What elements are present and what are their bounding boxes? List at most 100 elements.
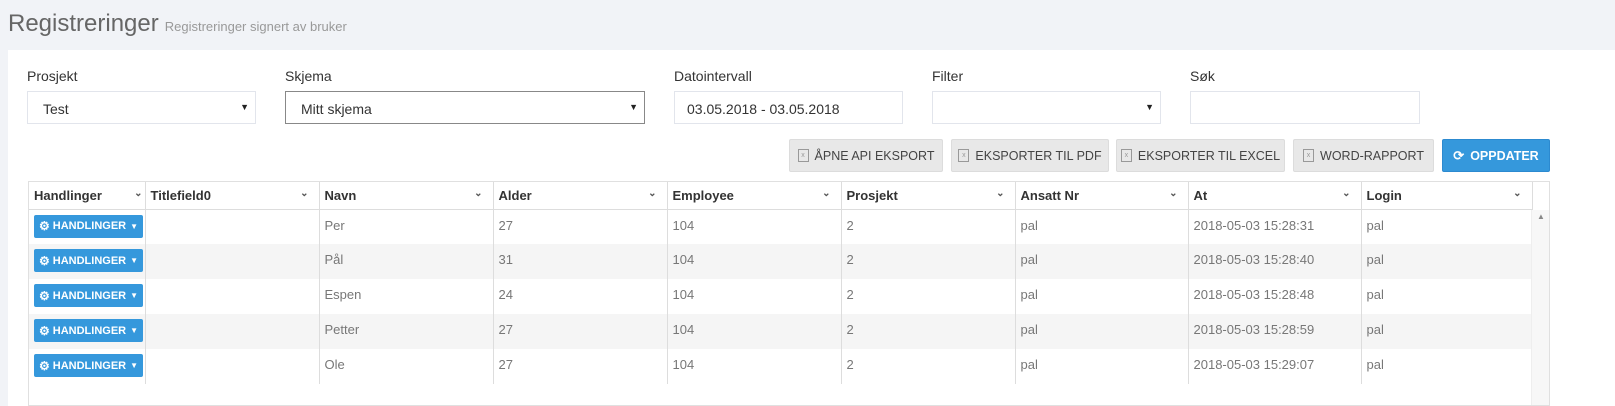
export-pdf-label: EKSPORTER TIL PDF — [975, 148, 1102, 163]
column-header-alder[interactable]: Alder ⌄ — [493, 182, 668, 210]
gear-icon: ⚙ — [39, 358, 50, 373]
titlefield0-cell — [145, 244, 320, 279]
actions-dropdown-button[interactable]: ⚙ HANDLINGER ▼ — [34, 284, 143, 307]
column-header-label: Alder — [498, 187, 532, 203]
chevron-down-icon: ⌄ — [474, 188, 483, 199]
main-panel: Prosjekt Test ▼ Skjema Mitt skjema ▼ Dat… — [8, 50, 1615, 406]
table-header-row: Handlinger ⌄ Titlefield0 ⌄ Navn ⌄ Alder ⌄ Em… — [29, 182, 1533, 210]
api-export-button[interactable]: x ÅPNE API EKSPORT — [789, 139, 943, 172]
column-header-label: Navn — [324, 187, 357, 203]
export-excel-label: EKSPORTER TIL EXCEL — [1137, 148, 1281, 163]
column-header-label: Titlefield0 — [150, 187, 211, 203]
caret-down-icon: ▼ — [130, 326, 139, 335]
column-header-label: At — [1193, 187, 1208, 203]
alder-cell: 31 — [493, 244, 668, 279]
prosjekt-cell: 2 — [841, 349, 1016, 384]
ansatt-nr-cell: pal — [1015, 244, 1189, 279]
gear-icon: ⚙ — [39, 219, 50, 233]
at-cell: 2018-05-03 15:28:40 — [1188, 244, 1362, 279]
ansatt-nr-cell: pal — [1015, 349, 1189, 384]
actions-dropdown-button[interactable]: ⚙ HANDLINGER ▼ — [34, 214, 143, 238]
schema-select[interactable]: Mitt skjema ▼ — [285, 91, 645, 124]
page-subtitle: Registreringer signert av bruker — [164, 19, 347, 34]
table-row: ⚙ HANDLINGER ▼ Per 27 104 2 pal 2018-05-03… — [29, 209, 1533, 244]
prosjekt-cell: 2 — [841, 314, 1016, 349]
actions-label: HANDLINGER — [52, 254, 127, 267]
chevron-down-icon: ⌄ — [1169, 188, 1178, 199]
gear-icon: ⚙ — [39, 323, 50, 338]
project-select-value: Test — [43, 101, 69, 117]
column-header-label: Ansatt Nr — [1020, 187, 1080, 203]
column-header-login[interactable]: Login ⌄ — [1361, 182, 1533, 210]
page-header: Registreringer Registreringer signert av… — [8, 10, 347, 46]
prosjekt-cell: 2 — [841, 279, 1016, 314]
login-cell: pal — [1361, 349, 1533, 384]
search-label: Søk — [1190, 68, 1215, 84]
column-header-label: Login — [1366, 187, 1402, 203]
update-button[interactable]: ⟳ OPPDATER — [1442, 139, 1550, 172]
chevron-down-icon: ⌄ — [1513, 188, 1522, 199]
excel-file-icon: x — [1120, 149, 1132, 162]
employee-cell: 104 — [667, 244, 842, 279]
update-label: OPPDATER — [1470, 148, 1539, 163]
navn-cell: Pål — [319, 244, 494, 279]
export-excel-button[interactable]: x EKSPORTER TIL EXCEL — [1116, 139, 1285, 172]
column-header-titlefield0[interactable]: Titlefield0 ⌄ — [145, 182, 320, 210]
at-cell: 2018-05-03 15:28:59 — [1188, 314, 1362, 349]
actions-cell: ⚙ HANDLINGER ▼ — [29, 279, 146, 314]
schema-select-value: Mitt skjema — [301, 101, 372, 117]
column-header-employee[interactable]: Employee ⌄ — [667, 182, 842, 210]
caret-down-icon: ▼ — [629, 102, 638, 112]
gear-icon: ⚙ — [39, 253, 50, 268]
column-header-handlinger[interactable]: Handlinger ⌄ — [29, 182, 146, 210]
actions-dropdown-button[interactable]: ⚙ HANDLINGER ▼ — [34, 354, 143, 377]
actions-label: HANDLINGER — [52, 359, 127, 372]
alder-cell: 27 — [493, 314, 668, 349]
excel-file-icon: x — [958, 149, 970, 162]
actions-dropdown-button[interactable]: ⚙ HANDLINGER ▼ — [34, 319, 143, 342]
caret-down-icon: ▼ — [1145, 102, 1154, 112]
login-cell: pal — [1361, 209, 1533, 244]
ansatt-nr-cell: pal — [1015, 209, 1189, 244]
date-range-input[interactable]: 03.05.2018 - 03.05.2018 — [674, 91, 903, 124]
word-report-button[interactable]: x WORD-RAPPORT — [1293, 139, 1434, 172]
excel-file-icon: x — [797, 149, 809, 162]
actions-cell: ⚙ HANDLINGER ▼ — [29, 209, 146, 244]
login-cell: pal — [1361, 244, 1533, 279]
titlefield0-cell — [145, 209, 320, 244]
titlefield0-cell — [145, 349, 320, 384]
export-pdf-button[interactable]: x EKSPORTER TIL PDF — [951, 139, 1109, 172]
actions-dropdown-button[interactable]: ⚙ HANDLINGER ▼ — [34, 249, 143, 272]
table-row: ⚙ HANDLINGER ▼ Petter 27 104 2 pal 2018-05… — [29, 314, 1533, 349]
excel-file-icon: x — [1303, 149, 1315, 162]
table-scrollbar[interactable]: ▲ — [1531, 210, 1549, 405]
registrations-table: Handlinger ⌄ Titlefield0 ⌄ Navn ⌄ Alder ⌄ Em… — [28, 181, 1550, 406]
employee-cell: 104 — [667, 314, 842, 349]
column-header-label: Prosjekt — [846, 187, 898, 203]
navn-cell: Ole — [319, 349, 494, 384]
filter-select[interactable]: ▼ — [932, 91, 1161, 124]
column-header-prosjekt[interactable]: Prosjekt ⌄ — [841, 182, 1016, 210]
search-input[interactable] — [1190, 91, 1420, 124]
actions-cell: ⚙ HANDLINGER ▼ — [29, 244, 146, 279]
table-row: ⚙ HANDLINGER ▼ Ole 27 104 2 pal 2018-05-03… — [29, 349, 1533, 384]
caret-down-icon: ▼ — [240, 102, 249, 112]
filter-label: Filter — [932, 68, 964, 84]
column-header-label: Employee — [672, 187, 734, 203]
column-header-at[interactable]: At ⌄ — [1188, 182, 1362, 210]
chevron-down-icon: ⌄ — [134, 188, 143, 199]
chevron-down-icon: ⌄ — [996, 188, 1005, 199]
at-cell: 2018-05-03 15:28:48 — [1188, 279, 1362, 314]
titlefield0-cell — [145, 279, 320, 314]
actions-cell: ⚙ HANDLINGER ▼ — [29, 349, 146, 384]
column-header-ansatt-nr[interactable]: Ansatt Nr ⌄ — [1015, 182, 1189, 210]
navn-cell: Per — [319, 209, 494, 244]
prosjekt-cell: 2 — [841, 209, 1016, 244]
prosjekt-cell: 2 — [841, 244, 1016, 279]
api-export-label: ÅPNE API EKSPORT — [814, 148, 935, 163]
column-header-navn[interactable]: Navn ⌄ — [319, 182, 494, 210]
word-report-label: WORD-RAPPORT — [1320, 148, 1424, 163]
project-select[interactable]: Test ▼ — [27, 91, 256, 124]
scroll-up-icon[interactable]: ▲ — [1537, 212, 1545, 221]
table-row: ⚙ HANDLINGER ▼ Pål 31 104 2 pal 2018-05-03… — [29, 244, 1533, 279]
